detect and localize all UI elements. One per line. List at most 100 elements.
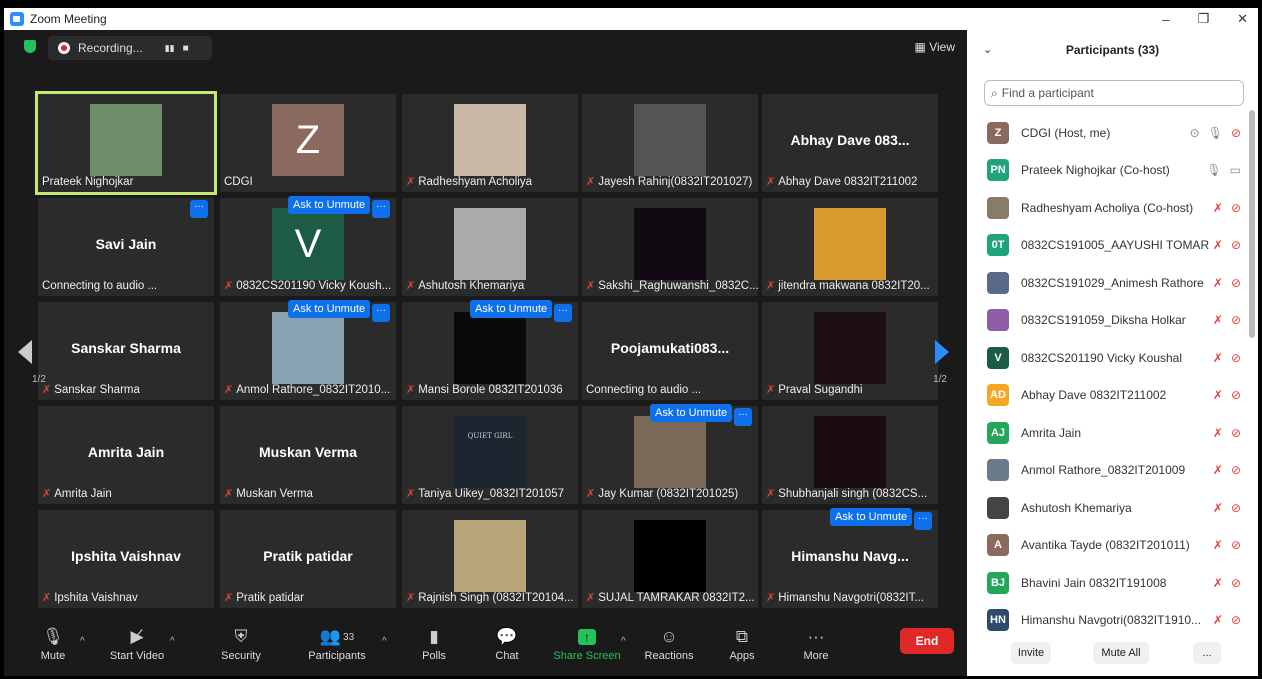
- video-tile[interactable]: Z CDGI: [220, 94, 396, 192]
- video-tile[interactable]: Ipshita Vaishnav ✗ Ipshita Vaishnav: [38, 510, 214, 608]
- participant-name: Jay Kumar (0832IT201025): [598, 487, 739, 500]
- security-button[interactable]: ⛨ Security: [206, 624, 276, 662]
- muted-mic-icon: ✗: [406, 592, 416, 604]
- chat-button[interactable]: 💬 Chat: [472, 624, 542, 662]
- participant-list-item[interactable]: A Avantika Tayde (0832IT201011) ✗ ⊘: [967, 527, 1249, 565]
- pause-recording-button[interactable]: ▮▮: [165, 43, 175, 54]
- participant-list-item[interactable]: HN Himanshu Navgotri(0832IT1910... ✗ ⊘: [967, 602, 1249, 640]
- collapse-chevron-icon[interactable]: ⌄: [983, 43, 992, 56]
- video-options-chevron-icon[interactable]: ^: [170, 636, 175, 647]
- video-tile[interactable]: ✗ SUJAL TAMRAKAR 0832IT2...: [582, 510, 758, 608]
- participant-name: Anmol Rathore_0832IT2010...: [236, 383, 391, 396]
- polls-button[interactable]: ▮ Polls: [399, 624, 469, 662]
- video-tile[interactable]: Poojamukati083... Connecting to audio ...: [582, 302, 758, 400]
- more-options-button[interactable]: ...: [1193, 642, 1221, 664]
- participant-name: Ipshita Vaishnav: [54, 591, 138, 604]
- participant-display-name: Muskan Verma: [258, 444, 358, 460]
- tile-options-button[interactable]: ···: [372, 200, 390, 218]
- chat-label: Chat: [495, 650, 519, 662]
- previous-page-arrow-icon[interactable]: [18, 340, 32, 364]
- participant-search-input[interactable]: ⌕ Find a participant: [984, 80, 1244, 106]
- participant-list-item[interactable]: PN Prateek Nighojkar (Co-host) 🎙 ▭: [967, 152, 1249, 190]
- encryption-shield-icon[interactable]: [24, 40, 36, 53]
- video-tile[interactable]: Prateek Nighojkar: [35, 91, 217, 195]
- muted-mic-icon: ✗: [586, 592, 596, 604]
- video-off-icon: ⊘: [1230, 463, 1241, 478]
- tile-options-button[interactable]: ···: [554, 304, 572, 322]
- start-video-button[interactable]: ▶̸ Start Video: [102, 624, 172, 662]
- tile-name-label: ✗ Sanskar Sharma: [42, 383, 140, 397]
- muted-mic-icon: ✗: [766, 384, 776, 396]
- video-tile[interactable]: ✗ Sakshi_Raghuwanshi_0832C...: [582, 198, 758, 296]
- video-tile[interactable]: ✗ Jayesh Rahinj(0832IT201027): [582, 94, 758, 192]
- muted-mic-icon: ✗: [406, 384, 416, 396]
- view-button[interactable]: ▦ View: [915, 40, 955, 54]
- participant-video: [454, 520, 526, 592]
- participant-status-icons: ⊙ 🎙 ⊘: [1190, 126, 1241, 140]
- muted-mic-icon: ✗: [224, 592, 234, 604]
- participant-status-icons: 🎙 ▭: [1206, 163, 1241, 177]
- participant-video: [634, 208, 706, 280]
- video-tile[interactable]: ✗ jitendra makwana 0832IT20...: [762, 198, 938, 296]
- video-tile[interactable]: ✗ Shubhanjali singh (0832CS...: [762, 406, 938, 504]
- participant-list-item[interactable]: Z CDGI (Host, me) ⊙ 🎙 ⊘: [967, 114, 1249, 152]
- video-tile[interactable]: ✗ Praval Sugandhi: [762, 302, 938, 400]
- video-tile[interactable]: Savi Jain Connecting to audio ...: [38, 198, 214, 296]
- tile-options-button[interactable]: ···: [190, 200, 208, 218]
- participant-name: CDGI: [224, 176, 253, 188]
- next-page-arrow-icon[interactable]: [935, 340, 949, 364]
- mute-all-button[interactable]: Mute All: [1093, 642, 1149, 664]
- more-button[interactable]: ··· More: [781, 624, 851, 662]
- avatar-letter: Z: [295, 117, 321, 162]
- mute-button[interactable]: 🎙 Mute: [18, 624, 88, 662]
- ask-to-unmute-button[interactable]: Ask to Unmute: [470, 300, 553, 318]
- video-tile[interactable]: Muskan Verma ✗ Muskan Verma: [220, 406, 396, 504]
- invite-button[interactable]: Invite: [1011, 642, 1051, 664]
- video-tile[interactable]: ✗ Rajnish Singh (0832IT20104...: [402, 510, 578, 608]
- participant-avatar: [987, 459, 1009, 482]
- ask-to-unmute-button[interactable]: Ask to Unmute: [288, 196, 371, 214]
- participants-options-chevron-icon[interactable]: ^: [382, 636, 387, 647]
- participant-list-item[interactable]: AD Abhay Dave 0832IT211002 ✗ ⊘: [967, 377, 1249, 415]
- participant-list-item[interactable]: V 0832CS201190 Vicky Koushal ✗ ⊘: [967, 339, 1249, 377]
- participants-button[interactable]: 👥 33 Participants: [302, 624, 372, 662]
- reactions-button[interactable]: ☺ Reactions: [634, 624, 704, 662]
- share-options-chevron-icon[interactable]: ^: [621, 636, 626, 647]
- video-tile[interactable]: Abhay Dave 083... ✗ Abhay Dave 0832IT21100…: [762, 94, 938, 192]
- apps-button[interactable]: ⧉ Apps: [707, 624, 777, 662]
- participant-video: [454, 208, 526, 280]
- restore-button[interactable]: ❐: [1197, 11, 1209, 27]
- microphone-icon: 🎙: [1207, 125, 1223, 140]
- participant-list-item[interactable]: Ashutosh Khemariya ✗ ⊘: [967, 489, 1249, 527]
- video-tile[interactable]: Pratik patidar ✗ Pratik patidar: [220, 510, 396, 608]
- ask-to-unmute-button[interactable]: Ask to Unmute: [288, 300, 371, 318]
- participant-name: Amrita Jain: [54, 487, 112, 500]
- audio-options-chevron-icon[interactable]: ^: [80, 636, 85, 647]
- video-tile[interactable]: Sanskar Sharma ✗ Sanskar Sharma: [38, 302, 214, 400]
- participant-list-item[interactable]: Radheshyam Acholiya (Co-host) ✗ ⊘: [967, 189, 1249, 227]
- stop-recording-button[interactable]: ■: [183, 43, 189, 54]
- muted-mic-icon: ✗: [766, 280, 776, 292]
- participant-list-item[interactable]: AJ Amrita Jain ✗ ⊘: [967, 414, 1249, 452]
- participant-list-item[interactable]: Anmol Rathore_0832IT201009 ✗ ⊘: [967, 452, 1249, 490]
- participant-list-scrollbar[interactable]: [1249, 110, 1255, 338]
- ask-to-unmute-button[interactable]: Ask to Unmute: [830, 508, 913, 526]
- video-tile[interactable]: ✗ Ashutosh Khemariya: [402, 198, 578, 296]
- close-button[interactable]: ✕: [1237, 11, 1248, 27]
- share-screen-button[interactable]: ↑ Share Screen: [552, 624, 622, 662]
- video-icon: ▭: [1229, 163, 1241, 178]
- video-tile[interactable]: QUIET GIRL ✗ Taniya Uikey_0832IT201057: [402, 406, 578, 504]
- video-tile[interactable]: Amrita Jain ✗ Amrita Jain: [38, 406, 214, 504]
- page-indicator-right: 1/2: [933, 374, 947, 385]
- tile-options-button[interactable]: ···: [372, 304, 390, 322]
- tile-options-button[interactable]: ···: [734, 408, 752, 426]
- minimize-button[interactable]: –: [1162, 12, 1169, 27]
- tile-options-button[interactable]: ···: [914, 512, 932, 530]
- video-tile[interactable]: ✗ Radheshyam Acholiya: [402, 94, 578, 192]
- participant-list-item[interactable]: 0832CS191059_Diksha Holkar ✗ ⊘: [967, 302, 1249, 340]
- participant-list-item[interactable]: 0T 0832CS191005_AAYUSHI TOMAR ✗ ⊘: [967, 227, 1249, 265]
- participant-list-item[interactable]: 0832CS191029_Animesh Rathore ✗ ⊘: [967, 264, 1249, 302]
- ask-to-unmute-button[interactable]: Ask to Unmute: [650, 404, 733, 422]
- participant-list-item[interactable]: BJ Bhavini Jain 0832IT191008 ✗ ⊘: [967, 564, 1249, 602]
- end-meeting-button[interactable]: End: [900, 628, 954, 654]
